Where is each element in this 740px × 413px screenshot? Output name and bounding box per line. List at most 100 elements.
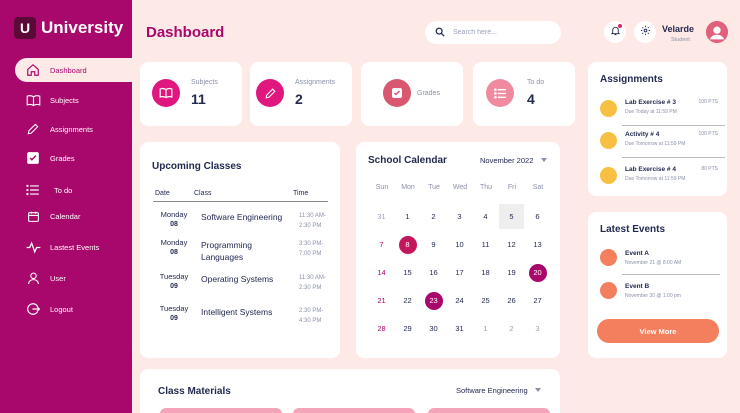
calendar-day[interactable]: 2 <box>421 204 446 229</box>
day-number: 18 <box>481 268 490 277</box>
assignment-item[interactable]: Lab Exercise # 3 Due Today at 11:59 PM 1… <box>600 96 718 126</box>
checkbox-icon <box>383 79 411 107</box>
sidebar-item-calendar[interactable]: Calendar <box>15 204 132 228</box>
avatar[interactable] <box>706 21 728 43</box>
stat-value: 11 <box>191 91 206 107</box>
calendar-day[interactable]: 8 <box>395 232 420 257</box>
view-more-button[interactable]: View More <box>597 319 719 343</box>
calendar-day[interactable]: 25 <box>473 288 498 313</box>
class-materials-title: Class Materials <box>158 386 231 397</box>
user-name: Velarde <box>662 24 695 34</box>
day-number: 14 <box>377 268 386 277</box>
assignment-item[interactable]: Activity # 4 Due Tomorrow at 11:59 PM 10… <box>600 128 718 158</box>
calendar-day[interactable]: 19 <box>499 260 524 285</box>
chevron-down-icon <box>541 158 547 162</box>
sidebar-item-assignments[interactable]: Assignments <box>15 117 132 141</box>
calendar-day[interactable]: 1 <box>473 316 498 341</box>
weekday-label: Sat <box>532 184 544 191</box>
day-number: 30 <box>429 324 438 333</box>
assignment-item[interactable]: Lab Exercise # 4 Due Tomorrow at 11:59 P… <box>600 163 718 193</box>
sidebar-item-logout[interactable]: Logout <box>15 297 132 321</box>
calendar-day[interactable]: 22 <box>395 288 420 313</box>
notification-dot <box>618 24 622 28</box>
pencil-icon <box>256 79 284 107</box>
settings-button[interactable] <box>634 21 656 43</box>
day-number: 6 <box>535 212 540 221</box>
calendar-day[interactable]: 18 <box>473 260 498 285</box>
calendar-day[interactable]: 14 <box>369 260 394 285</box>
column-header-time: Time <box>293 190 309 197</box>
calendar-day[interactable]: 31 <box>447 316 472 341</box>
weekday-label: Wed <box>452 184 468 191</box>
class-date: Tuesday 09 <box>159 304 189 322</box>
calendar-day[interactable]: 7 <box>369 232 394 257</box>
weekday-label: Tue <box>428 184 440 191</box>
school-calendar-title: School Calendar <box>368 155 447 166</box>
calendar-day[interactable]: 5 <box>499 204 524 229</box>
calendar-day[interactable]: 27 <box>525 288 550 313</box>
calendar-day[interactable]: 26 <box>499 288 524 313</box>
material-tile[interactable] <box>428 408 550 413</box>
sidebar-item-subjects[interactable]: Subjects <box>15 88 132 112</box>
calendar-day[interactable]: 12 <box>499 232 524 257</box>
calendar-day[interactable]: 2 <box>499 316 524 341</box>
calendar-day[interactable]: 21 <box>369 288 394 313</box>
sidebar-item-user[interactable]: User <box>15 266 132 290</box>
calendar-day[interactable]: 30 <box>421 316 446 341</box>
calendar-day[interactable]: 28 <box>369 316 394 341</box>
column-header-class: Class <box>194 190 212 197</box>
sidebar-item-todo[interactable]: To do <box>15 178 132 202</box>
book-icon <box>24 92 42 108</box>
stat-card-todo[interactable]: To do 4 <box>473 62 575 126</box>
day-number: 9 <box>431 240 436 249</box>
stat-card-grades[interactable]: Grades <box>361 62 463 126</box>
calendar-day[interactable]: 20 <box>525 260 550 285</box>
app-logo[interactable]: U University <box>14 17 123 39</box>
material-tile[interactable] <box>160 408 282 413</box>
sidebar-item-events[interactable]: Lastest Events <box>15 235 132 259</box>
latest-events-title: Latest Events <box>600 224 666 235</box>
notification-button[interactable] <box>604 21 626 43</box>
class-date: Tuesday 09 <box>159 272 189 290</box>
calendar-day[interactable]: 29 <box>395 316 420 341</box>
calendar-day[interactable]: 15 <box>395 260 420 285</box>
calendar-day[interactable]: 1 <box>395 204 420 229</box>
calendar-day[interactable]: 4 <box>473 204 498 229</box>
stat-card-assignments[interactable]: Assignments 2 <box>250 62 352 126</box>
search-input[interactable] <box>453 29 548 36</box>
column-header-date: Date <box>155 190 170 197</box>
day-number: 4 <box>483 212 488 221</box>
month-label: November 2022 <box>480 156 534 165</box>
stat-value: 4 <box>527 91 535 107</box>
calendar-day[interactable]: 16 <box>421 260 446 285</box>
day-number: 28 <box>377 324 386 333</box>
calendar-day[interactable]: 13 <box>525 232 550 257</box>
weekday-label: Fri <box>507 184 517 191</box>
calendar-day[interactable]: 6 <box>525 204 550 229</box>
chevron-down-icon <box>535 388 541 392</box>
calendar-day[interactable]: 17 <box>447 260 472 285</box>
calendar-day[interactable]: 3 <box>525 316 550 341</box>
calendar-day[interactable]: 31 <box>369 204 394 229</box>
event-item[interactable]: Event A November 21 @ 8:00 AM <box>600 247 718 271</box>
calendar-day[interactable]: 3 <box>447 204 472 229</box>
calendar-day[interactable]: 24 <box>447 288 472 313</box>
assignment-dot <box>600 167 617 184</box>
sidebar-item-grades[interactable]: Grades <box>15 146 132 170</box>
checkbox-icon <box>24 150 42 166</box>
calendar-day[interactable]: 11 <box>473 232 498 257</box>
home-icon <box>24 62 42 78</box>
assignment-points: 100 PTS <box>698 99 718 105</box>
search-bar[interactable] <box>425 21 561 44</box>
calendar-day[interactable]: 10 <box>447 232 472 257</box>
calendar-day[interactable]: 9 <box>421 232 446 257</box>
day-number: 1 <box>483 324 488 333</box>
stat-card-subjects[interactable]: Subjects 11 <box>140 62 242 126</box>
pencil-icon <box>24 121 42 137</box>
calendar-day[interactable]: 23 <box>421 288 446 313</box>
sidebar-item-dashboard[interactable]: Dashboard <box>15 58 132 82</box>
material-tile[interactable] <box>293 408 415 413</box>
event-item[interactable]: Event B November 30 @ 1:00 pm <box>600 280 718 304</box>
day-number: 13 <box>533 240 542 249</box>
weekday-label: Thu <box>479 184 493 191</box>
